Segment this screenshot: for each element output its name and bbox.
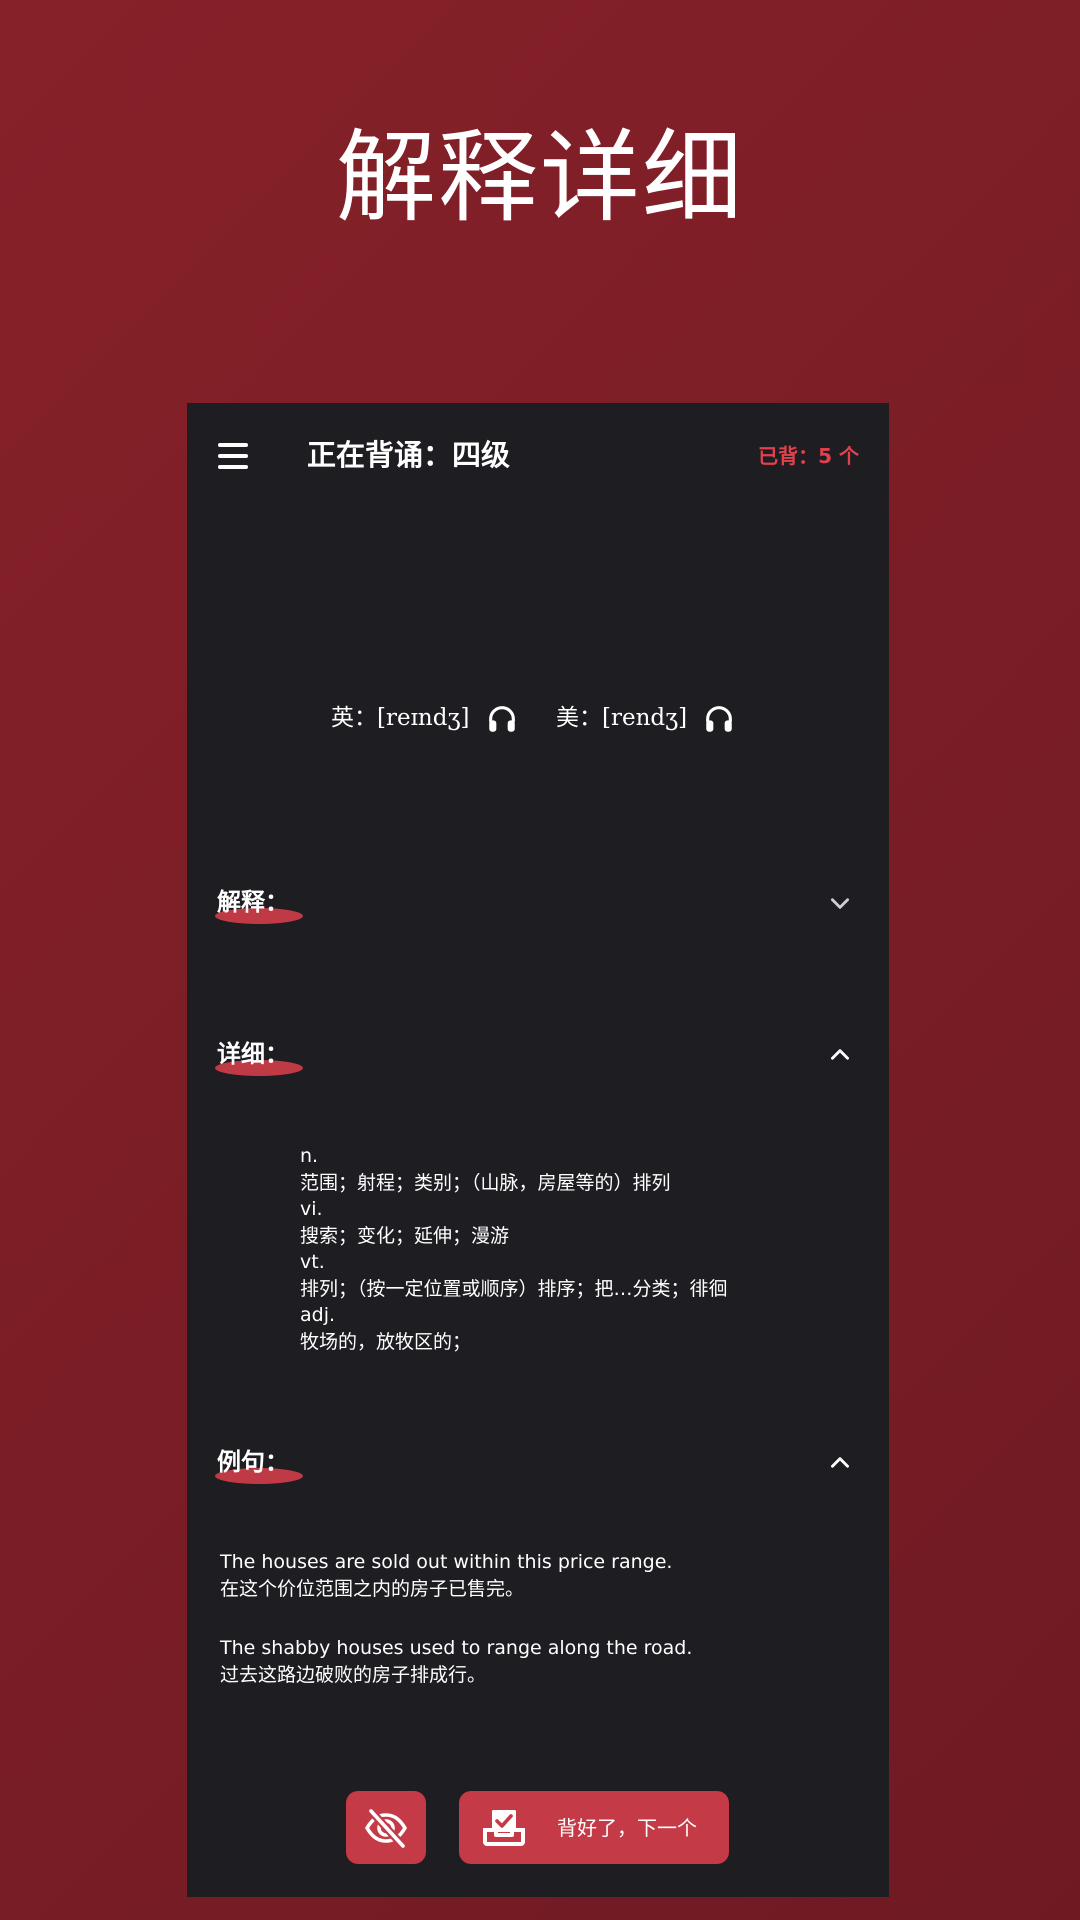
- section-meaning-label: 解释：: [217, 888, 289, 916]
- definition-line: adj.: [300, 1304, 336, 1326]
- app-screen: 正在背诵：四级 已背：5 个 英：[reɪndʒ] 美：[rendʒ] 解释： …: [187, 403, 889, 1897]
- example-english: The shabby houses used to range along th…: [220, 1637, 693, 1659]
- inbox-check-icon: [483, 1810, 525, 1846]
- hide-translation-button[interactable]: [346, 1791, 426, 1864]
- memorized-next-label: 背好了，下一个: [557, 1816, 697, 1840]
- example-item: The shabby houses used to range along th…: [220, 1635, 860, 1689]
- phonetics-row: 英：[reɪndʒ] 美：[rendʒ]: [187, 693, 889, 743]
- headphone-icon[interactable]: [485, 702, 519, 736]
- section-detail-header[interactable]: 详细：: [187, 1026, 889, 1086]
- example-chinese: 过去这路边破败的房子排成行。: [220, 1664, 487, 1686]
- example-english: The houses are sold out within this pric…: [220, 1551, 673, 1573]
- definition-line: 范围；射程；类别；（山脉，房屋等的）排列: [300, 1171, 671, 1194]
- page-title: 正在背诵：四级: [307, 438, 511, 472]
- headphone-icon[interactable]: [702, 702, 736, 736]
- definition-line: 排列；（按一定位置或顺序）排序；把…分类；徘徊: [300, 1277, 728, 1300]
- us-phonetic: 美：[rendʒ]: [556, 705, 688, 731]
- chevron-up-icon[interactable]: [827, 1450, 853, 1476]
- memorized-next-button[interactable]: 背好了，下一个: [459, 1791, 729, 1864]
- definition-line: 搜索；变化；延伸；漫游: [300, 1224, 510, 1247]
- definition-line: vi.: [300, 1198, 323, 1220]
- eye-off-icon: [365, 1807, 407, 1850]
- example-item: The houses are sold out within this pric…: [220, 1549, 860, 1603]
- definition-line: 牧场的，放牧区的；: [300, 1330, 472, 1353]
- detail-definitions: n. 范围；射程；类别；（山脉，房屋等的）排列 vi. 搜索；变化；延伸；漫游 …: [300, 1143, 860, 1355]
- menu-icon[interactable]: [218, 443, 248, 469]
- definition-line: vt.: [300, 1251, 325, 1273]
- hero-title: 解释详细: [336, 119, 744, 236]
- section-meaning-header[interactable]: 解释：: [187, 874, 889, 934]
- memorized-count: 已背：5 个: [758, 444, 859, 468]
- section-detail-label: 详细：: [217, 1040, 289, 1068]
- chevron-up-icon[interactable]: [827, 1042, 853, 1068]
- example-chinese: 在这个价位范围之内的房子已售完。: [220, 1578, 525, 1600]
- section-examples-header[interactable]: 例句：: [187, 1434, 889, 1494]
- chevron-down-icon[interactable]: [827, 890, 853, 916]
- uk-phonetic: 英：[reɪndʒ]: [331, 705, 470, 731]
- app-bar: 正在背诵：四级 已背：5 个: [187, 403, 889, 507]
- section-examples-label: 例句：: [217, 1448, 289, 1476]
- definition-line: n.: [300, 1145, 319, 1167]
